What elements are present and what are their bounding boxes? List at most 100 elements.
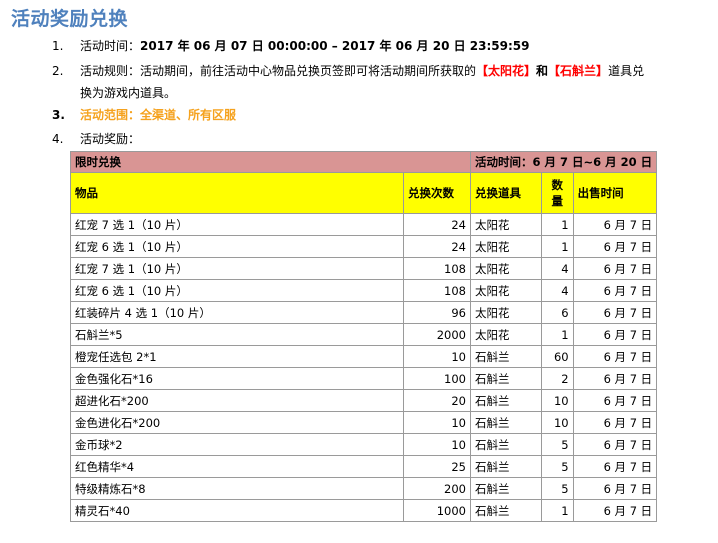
highlight-sunflower: 【太阳花】 (476, 64, 537, 78)
list-label: 活动时间： (80, 39, 141, 53)
item-name: 红宠 6 选 1（10 片） (70, 235, 404, 258)
exchange-count: 200 (403, 477, 471, 500)
table-row: 红装碎片 4 选 1（10 片） 96 太阳花 6 6 月 7 日 (70, 301, 658, 324)
item-name: 红宠 7 选 1（10 片） (70, 213, 404, 236)
table-section-header: 限时兑换 活动时间：6 月 7 日~6 月 20 日 (70, 151, 658, 173)
item-name: 红装碎片 4 选 1（10 片） (70, 301, 404, 324)
exchange-tool: 石斛兰 (470, 345, 542, 368)
exchange-tool: 太阳花 (470, 213, 542, 236)
item-name: 红宠 7 选 1（10 片） (70, 257, 404, 280)
table-row: 石斛兰*5 2000 太阳花 1 6 月 7 日 (70, 323, 658, 346)
exchange-tool: 石斛兰 (470, 367, 542, 390)
table-row: 红宠 7 选 1（10 片） 24 太阳花 1 6 月 7 日 (70, 213, 658, 236)
table-row: 金币球*2 10 石斛兰 5 6 月 7 日 (70, 433, 658, 456)
list-number: 4. (52, 132, 64, 146)
item-name: 精灵石*40 (70, 499, 404, 522)
table-row: 红宠 6 选 1（10 片） 108 太阳花 4 6 月 7 日 (70, 279, 658, 302)
exchange-tool: 石斛兰 (470, 411, 542, 434)
table-row: 金色强化石*16 100 石斛兰 2 6 月 7 日 (70, 367, 658, 390)
page-title: 活动奖励兑换 (11, 8, 129, 30)
quantity: 1 (540, 499, 574, 522)
quantity: 5 (540, 455, 574, 478)
exchange-tool: 太阳花 (470, 235, 542, 258)
sale-time: 6 月 7 日 (572, 323, 658, 346)
rules-and: 和 (536, 64, 549, 78)
item-name: 金色进化石*200 (70, 411, 404, 434)
exchange-count: 108 (403, 257, 471, 280)
sale-time: 6 月 7 日 (572, 411, 658, 434)
item-name: 红宠 6 选 1（10 片） (70, 279, 404, 302)
table-row: 金色进化石*200 10 石斛兰 10 6 月 7 日 (70, 411, 658, 434)
item-name: 红色精华*4 (70, 455, 404, 478)
quantity: 10 (540, 411, 574, 434)
sale-time: 6 月 7 日 (572, 235, 658, 258)
table-row: 橙宠任选包 2*1 10 石斛兰 60 6 月 7 日 (70, 345, 658, 368)
sale-time: 6 月 7 日 (572, 257, 658, 280)
col-item: 物品 (70, 172, 404, 214)
exchange-tool: 石斛兰 (470, 455, 542, 478)
exchange-count: 1000 (403, 499, 471, 522)
item-name: 金币球*2 (70, 433, 404, 456)
exchange-tool: 石斛兰 (470, 433, 542, 456)
exchange-count: 24 (403, 235, 471, 258)
exchange-count: 24 (403, 213, 471, 236)
reward-table: 限时兑换 活动时间：6 月 7 日~6 月 20 日 物品 兑换次数 兑换道具 … (70, 151, 658, 522)
highlight-dendrobium: 【石斛兰】 (548, 64, 609, 78)
table-row: 精灵石*40 1000 石斛兰 1 6 月 7 日 (70, 499, 658, 522)
event-time-value: 2017 年 06 月 07 日 00:00:00 – 2017 年 06 月 … (140, 39, 530, 53)
quantity: 1 (540, 213, 574, 236)
quantity: 10 (540, 389, 574, 412)
exchange-count: 108 (403, 279, 471, 302)
table-row: 特级精炼石*8 200 石斛兰 5 6 月 7 日 (70, 477, 658, 500)
section-label: 限时兑换 (70, 151, 471, 173)
rules-suffix: 道具兑 (608, 64, 645, 78)
col-tool: 兑换道具 (470, 172, 542, 214)
exchange-tool: 太阳花 (470, 323, 542, 346)
table-row: 超进化石*200 20 石斛兰 10 6 月 7 日 (70, 389, 658, 412)
list-number: 1. (52, 39, 64, 53)
table-column-header: 物品 兑换次数 兑换道具 数 量 出售时间 (70, 172, 658, 214)
quantity: 60 (540, 345, 574, 368)
exchange-tool: 太阳花 (470, 301, 542, 324)
exchange-count: 25 (403, 455, 471, 478)
item-name: 金色强化石*16 (70, 367, 404, 390)
col-count: 兑换次数 (403, 172, 471, 214)
rewards-label: 活动奖励： (80, 132, 141, 146)
item-name: 橙宠任选包 2*1 (70, 345, 404, 368)
rules-line2: 换为游戏内道具。 (80, 86, 177, 100)
quantity: 1 (540, 323, 574, 346)
sale-time: 6 月 7 日 (572, 433, 658, 456)
quantity: 6 (540, 301, 574, 324)
exchange-tool: 石斛兰 (470, 389, 542, 412)
exchange-count: 96 (403, 301, 471, 324)
exchange-count: 2000 (403, 323, 471, 346)
exchange-count: 100 (403, 367, 471, 390)
table-row: 红宠 7 选 1（10 片） 108 太阳花 4 6 月 7 日 (70, 257, 658, 280)
list-number: 3. (52, 108, 65, 122)
exchange-tool: 太阳花 (470, 279, 542, 302)
list-number: 2. (52, 64, 64, 78)
quantity: 5 (540, 433, 574, 456)
sale-time: 6 月 7 日 (572, 455, 658, 478)
col-qty: 数 量 (540, 172, 574, 214)
exchange-tool: 石斛兰 (470, 477, 542, 500)
item-name: 石斛兰*5 (70, 323, 404, 346)
sale-time: 6 月 7 日 (572, 367, 658, 390)
sale-time: 6 月 7 日 (572, 213, 658, 236)
item-name: 超进化石*200 (70, 389, 404, 412)
item-name: 特级精炼石*8 (70, 477, 404, 500)
sale-time: 6 月 7 日 (572, 345, 658, 368)
scope-text: 活动范围：全渠道、所有区服 (80, 108, 237, 122)
exchange-tool: 石斛兰 (470, 499, 542, 522)
exchange-tool: 太阳花 (470, 257, 542, 280)
exchange-count: 10 (403, 345, 471, 368)
quantity: 1 (540, 235, 574, 258)
col-time: 出售时间 (572, 172, 658, 214)
table-row: 红宠 6 选 1（10 片） 24 太阳花 1 6 月 7 日 (70, 235, 658, 258)
quantity: 5 (540, 477, 574, 500)
table-row: 红色精华*4 25 石斛兰 5 6 月 7 日 (70, 455, 658, 478)
sale-time: 6 月 7 日 (572, 301, 658, 324)
quantity: 4 (540, 279, 574, 302)
exchange-count: 20 (403, 389, 471, 412)
exchange-count: 10 (403, 433, 471, 456)
